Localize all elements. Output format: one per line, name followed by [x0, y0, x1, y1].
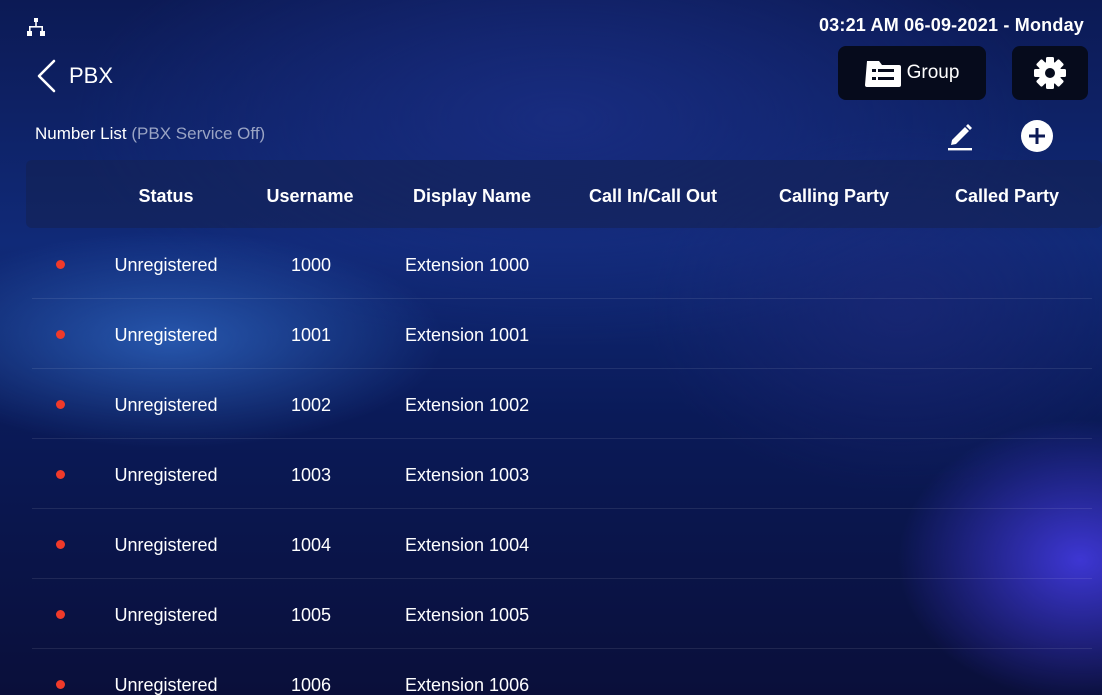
table-row[interactable]: Unregistered 1005 Extension 1005 — [32, 578, 1092, 649]
status-indicator-dot — [56, 330, 65, 339]
row-username: 1001 — [290, 325, 332, 345]
table-row[interactable]: Unregistered 1004 Extension 1004 — [32, 508, 1092, 579]
row-display-name: Extension 1002 — [405, 395, 530, 415]
row-username: 1003 — [290, 465, 332, 485]
row-status: Unregistered — [114, 255, 218, 275]
row-display-name: Extension 1006 — [405, 675, 530, 695]
column-header-username: Username — [266, 186, 354, 206]
table-row[interactable]: Unregistered 1000 Extension 1000 — [32, 228, 1092, 299]
row-username: 1006 — [290, 675, 332, 695]
row-status: Unregistered — [114, 605, 218, 625]
column-header-called-party: Called Party — [954, 186, 1060, 206]
page-title: PBX — [69, 63, 114, 88]
status-indicator-dot — [56, 610, 65, 619]
status-indicator-dot — [56, 540, 65, 549]
row-display-name: Extension 1003 — [405, 465, 530, 485]
status-indicator-dot — [56, 260, 65, 269]
row-status: Unregistered — [114, 535, 218, 555]
row-status: Unregistered — [114, 465, 218, 485]
table-row[interactable]: Unregistered 1006 Extension 1006 — [32, 648, 1092, 695]
list-title: Number List (PBX Service Off) — [35, 124, 265, 144]
row-username: 1002 — [290, 395, 332, 415]
table-header: Status Username Display Name Call In/Cal… — [26, 160, 1102, 228]
row-display-name: Extension 1004 — [405, 535, 530, 555]
column-header-status: Status — [138, 186, 194, 206]
table-row[interactable]: Unregistered 1001 Extension 1001 — [32, 298, 1092, 369]
gear-icon — [1034, 57, 1066, 89]
row-status: Unregistered — [114, 395, 218, 415]
list-title-label: Number List — [35, 124, 127, 143]
pbx-service-status: (PBX Service Off) — [131, 124, 266, 143]
row-username: 1004 — [290, 535, 332, 555]
status-indicator-dot — [56, 400, 65, 409]
back-button[interactable]: PBX — [34, 56, 113, 96]
status-indicator-dot — [56, 470, 65, 479]
status-indicator-dot — [56, 680, 65, 689]
group-button-label: Group — [906, 62, 960, 83]
row-status: Unregistered — [114, 675, 218, 695]
column-header-calling-party: Calling Party — [778, 186, 890, 206]
status-bar: 03:21 AM 06-09-2021 - Monday — [0, 0, 1102, 44]
table-row[interactable]: Unregistered 1003 Extension 1003 — [32, 438, 1092, 509]
row-display-name: Extension 1005 — [405, 605, 530, 625]
plus-circle-icon[interactable] — [1020, 119, 1054, 153]
row-display-name: Extension 1001 — [405, 325, 530, 345]
row-status: Unregistered — [114, 325, 218, 345]
chevron-left-icon — [37, 59, 56, 93]
column-header-call-direction: Call In/Call Out — [588, 186, 718, 206]
column-header-display-name: Display Name — [412, 186, 532, 206]
group-button[interactable]: Group — [838, 46, 986, 100]
settings-button[interactable] — [1012, 46, 1088, 100]
row-username: 1005 — [290, 605, 332, 625]
row-username: 1000 — [290, 255, 332, 275]
clock: 03:21 AM 06-09-2021 - Monday — [818, 15, 1084, 35]
network-tree-icon — [27, 18, 45, 36]
table-row[interactable]: Unregistered 1002 Extension 1002 — [32, 368, 1092, 439]
group-list-icon — [864, 61, 901, 87]
pencil-icon[interactable] — [945, 118, 975, 152]
row-display-name: Extension 1000 — [405, 255, 530, 275]
